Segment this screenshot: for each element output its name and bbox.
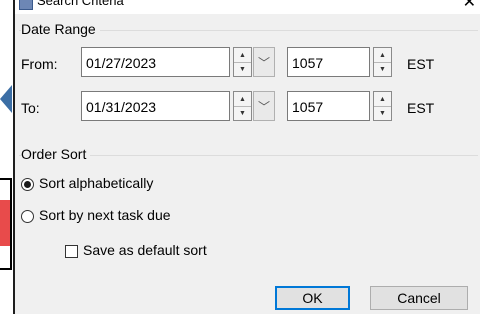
to-date-input[interactable] (81, 91, 230, 121)
spin-up-icon[interactable]: ▲ (234, 92, 251, 107)
from-time-input[interactable] (287, 47, 370, 77)
chevron-down-icon: ﹀ (257, 55, 270, 70)
from-timezone: EST (407, 56, 435, 72)
sort-next-task-radio[interactable] (21, 210, 34, 223)
background-red-marker (0, 200, 10, 246)
spin-up-icon[interactable]: ▲ (374, 92, 391, 107)
sort-alphabetically-radio[interactable] (21, 178, 34, 191)
spin-up-icon[interactable]: ▲ (234, 48, 251, 63)
spin-down-icon[interactable]: ▼ (374, 106, 391, 120)
window-icon (19, 0, 33, 10)
sort-next-task-label[interactable]: Sort by next task due (39, 207, 171, 223)
from-date-dropdown[interactable]: ﹀ (253, 47, 275, 77)
save-default-checkbox[interactable] (65, 245, 78, 258)
save-default-label[interactable]: Save as default sort (83, 242, 207, 258)
from-date-input[interactable] (81, 47, 230, 77)
search-criteria-dialog: Search Criteria ✕ Date Range From: ▲ ▼ ﹀… (13, 0, 480, 314)
to-date-spinner[interactable]: ▲ ▼ (233, 91, 252, 121)
date-range-label: Date Range (21, 21, 100, 37)
spin-down-icon[interactable]: ▼ (374, 62, 391, 76)
title-bar[interactable]: Search Criteria ✕ (15, 0, 480, 14)
to-label: To: (21, 100, 40, 116)
cancel-button[interactable]: Cancel (370, 286, 468, 310)
from-date-spinner[interactable]: ▲ ▼ (233, 47, 252, 77)
to-timezone: EST (407, 100, 435, 116)
close-icon[interactable]: ✕ (463, 0, 476, 12)
sort-alphabetically-label[interactable]: Sort alphabetically (39, 175, 153, 191)
spin-down-icon[interactable]: ▼ (234, 62, 251, 76)
from-label: From: (21, 56, 58, 72)
chevron-down-icon: ﹀ (257, 99, 270, 114)
radio-selected-dot (24, 181, 31, 188)
background-window-strip (0, 0, 13, 314)
spin-up-icon[interactable]: ▲ (374, 48, 391, 63)
order-sort-label: Order Sort (21, 146, 91, 162)
ok-button[interactable]: OK (275, 286, 350, 310)
from-time-spinner[interactable]: ▲ ▼ (373, 47, 392, 77)
spin-down-icon[interactable]: ▼ (234, 106, 251, 120)
to-time-input[interactable] (287, 91, 370, 121)
arrow-icon (0, 85, 12, 113)
to-date-dropdown[interactable]: ﹀ (253, 91, 275, 121)
to-time-spinner[interactable]: ▲ ▼ (373, 91, 392, 121)
dialog-title: Search Criteria (37, 0, 124, 8)
